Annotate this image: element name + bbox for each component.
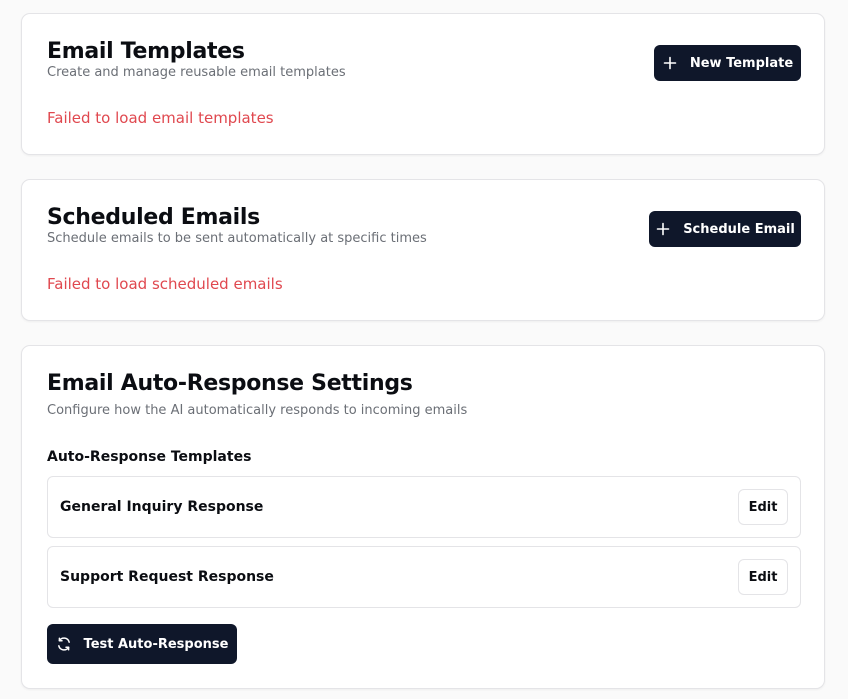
scheduled-emails-card: Scheduled Emails Schedule emails to be s… — [21, 179, 825, 321]
edit-button[interactable]: Edit — [738, 489, 788, 525]
template-name: Support Request Response — [60, 569, 274, 585]
auto-response-settings-card: Email Auto-Response Settings Configure h… — [21, 345, 825, 689]
scheduled-emails-subtitle: Schedule emails to be sent automatically… — [47, 231, 427, 246]
scheduled-error-message: Failed to load scheduled emails — [47, 275, 283, 293]
email-templates-card: Email Templates Create and manage reusab… — [21, 13, 825, 155]
new-template-button[interactable]: New Template — [654, 45, 801, 81]
list-item-general-inquiry: General Inquiry Response Edit — [47, 476, 801, 538]
scheduled-emails-title: Scheduled Emails — [47, 205, 260, 230]
templates-error-message: Failed to load email templates — [47, 109, 274, 127]
test-auto-response-label: Test Auto-Response — [83, 636, 229, 652]
refresh-icon — [56, 636, 72, 652]
schedule-email-label: Schedule Email — [683, 221, 795, 237]
new-template-label: New Template — [689, 55, 794, 71]
plus-icon — [655, 221, 671, 237]
auto-response-title: Email Auto-Response Settings — [47, 371, 413, 396]
edit-button[interactable]: Edit — [738, 559, 788, 595]
auto-response-subtitle: Configure how the AI automatically respo… — [47, 403, 468, 418]
auto-response-templates-heading: Auto-Response Templates — [47, 449, 252, 465]
email-templates-subtitle: Create and manage reusable email templat… — [47, 65, 346, 80]
email-templates-title: Email Templates — [47, 39, 245, 64]
template-name: General Inquiry Response — [60, 499, 264, 515]
plus-icon — [662, 55, 678, 71]
test-auto-response-button[interactable]: Test Auto-Response — [47, 624, 237, 664]
list-item-support-request: Support Request Response Edit — [47, 546, 801, 608]
schedule-email-button[interactable]: Schedule Email — [649, 211, 801, 247]
